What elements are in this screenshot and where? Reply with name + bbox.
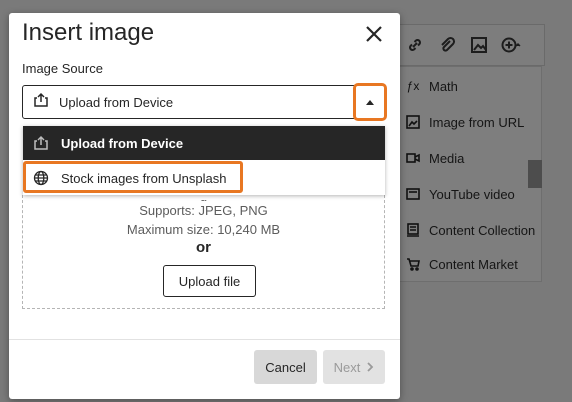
- next-button[interactable]: Next: [323, 350, 385, 384]
- image-url-icon: [405, 114, 421, 130]
- or-label: or: [196, 239, 211, 256]
- menu-item-media: Media: [405, 147, 464, 169]
- image-source-options: Upload from Device Stock images from Uns…: [23, 126, 385, 195]
- menu-item-label: YouTube video: [429, 186, 515, 202]
- option-stock-images-unsplash[interactable]: Stock images from Unsplash: [23, 161, 385, 195]
- upload-file-button[interactable]: Upload file: [163, 265, 256, 297]
- menu-item-image-url: Image from URL: [405, 111, 524, 133]
- cancel-button[interactable]: Cancel: [254, 350, 317, 384]
- max-size: Maximum size: 10,240 MB: [126, 222, 281, 237]
- upload-dropzone[interactable]: g Supports: JPEG, PNG Maximum size: 10,2…: [22, 195, 385, 309]
- option-label: Upload from Device: [61, 135, 184, 151]
- dropzone-hidden-line: g: [23, 195, 384, 201]
- insert-image-dialog: Insert image Image Source Upload from De…: [9, 13, 400, 399]
- option-upload-from-device[interactable]: Upload from Device: [23, 126, 385, 160]
- youtube-icon: [405, 186, 421, 202]
- option-label: Stock images from Unsplash: [61, 170, 227, 186]
- media-icon: [405, 150, 421, 166]
- menu-item-label: Media: [429, 150, 465, 166]
- menu-item-label: Image from URL: [429, 114, 525, 130]
- attach-icon: [436, 34, 458, 56]
- editor-toolbar: [393, 24, 545, 66]
- menu-item-label: Content Market: [429, 256, 518, 272]
- chevron-right-icon: [367, 362, 374, 372]
- cancel-label: Cancel: [265, 359, 306, 375]
- menu-item-content-collection: Content Collection: [405, 219, 535, 241]
- image-source-label: Image Source: [22, 61, 103, 76]
- close-button[interactable]: [361, 21, 387, 47]
- content-collection-icon: [405, 222, 421, 238]
- image-icon: [468, 34, 490, 56]
- menu-item-label: Math: [429, 78, 458, 94]
- select-value: Upload from Device: [59, 94, 174, 110]
- link-icon: [404, 34, 426, 56]
- insert-content-menu: ƒx Math Image from URL Media YouTube vid…: [398, 66, 542, 282]
- content-market-icon: [405, 256, 421, 272]
- menu-item-youtube: YouTube video: [405, 183, 515, 205]
- supported-formats: Supports: JPEG, PNG: [139, 203, 268, 218]
- upload-icon: [33, 92, 49, 113]
- editor-side-handle: [528, 160, 542, 188]
- insert-plus-icon: [500, 34, 522, 56]
- dialog-title: Insert image: [22, 19, 155, 46]
- close-icon: [366, 26, 382, 42]
- globe-icon: [33, 170, 49, 186]
- math-icon: ƒx: [406, 79, 420, 93]
- menu-item-label: Content Collection: [429, 222, 536, 238]
- next-label: Next: [333, 359, 361, 375]
- select-dropdown-toggle[interactable]: [353, 83, 387, 121]
- caret-up-icon: [366, 99, 374, 105]
- image-source-select[interactable]: Upload from Device: [22, 85, 385, 119]
- menu-item-math: ƒx Math: [405, 75, 458, 97]
- footer-divider: [9, 339, 400, 340]
- menu-item-content-market: Content Market: [405, 253, 518, 275]
- upload-icon: [33, 135, 49, 151]
